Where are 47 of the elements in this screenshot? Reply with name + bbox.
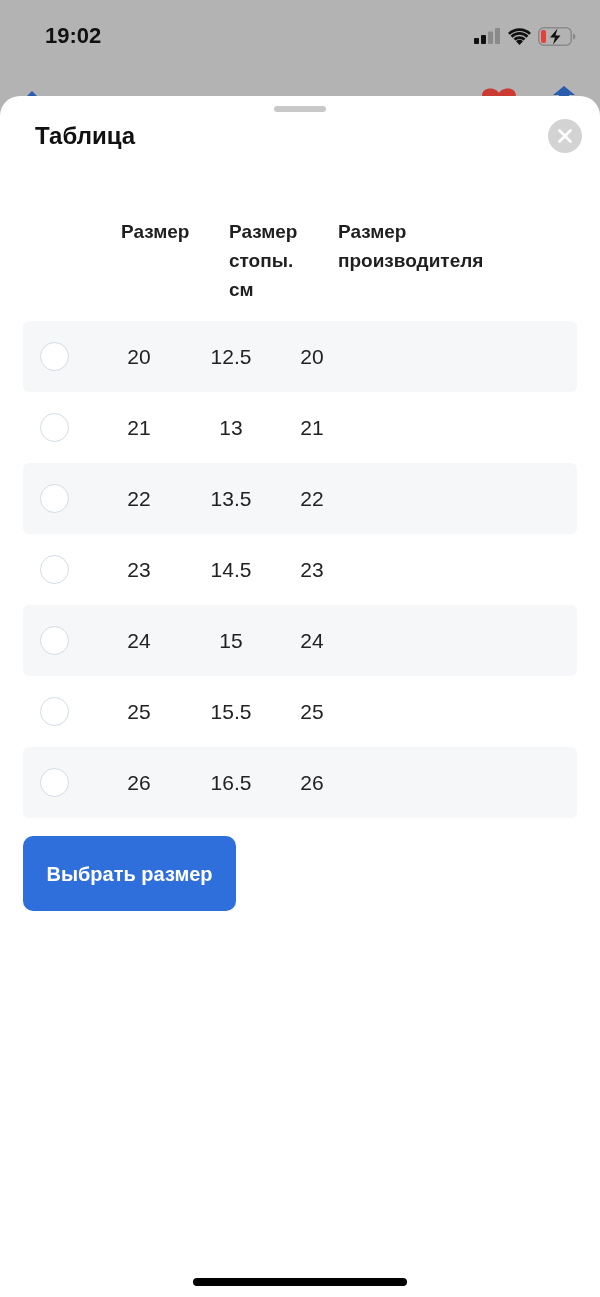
table-cell-text: 21 [126,414,152,441]
table-row[interactable]: 22 13.5 22 [23,463,577,534]
table-cell-text: 14.5 [209,556,253,583]
table-cell-text: 13 [218,414,244,441]
table-cell-text: 22 [126,485,152,512]
column-header: Размер [121,220,191,244]
battery-icon [538,26,576,46]
radio-button[interactable] [40,626,69,655]
radio-button[interactable] [40,768,69,797]
table-cell-text: 26 [126,769,152,796]
table-cell-text: 26 [299,769,325,796]
table-row[interactable]: 20 12.5 20 [23,321,577,392]
close-icon [558,129,572,143]
table-cell-text: 23 [299,556,325,583]
wifi-icon [508,27,531,45]
status-time: 19:02 [45,25,102,47]
table-cell-text: 23 [126,556,152,583]
radio-button[interactable] [40,484,69,513]
radio-button[interactable] [40,342,69,371]
table-row[interactable]: 24 15 24 [23,605,577,676]
table-cell-text: 13.5 [209,485,253,512]
table-cell-text: 20 [299,343,325,370]
arrow-icon[interactable] [27,91,37,96]
column-header: Размер стопы. см [229,220,299,302]
table-cell-text: 16.5 [209,769,253,796]
table-cell-text: 12.5 [209,343,253,370]
table-cell-text: 15.5 [209,698,253,725]
close-button[interactable] [548,119,582,153]
table-cell-text: 25 [126,698,152,725]
up-arrow-icon[interactable] [553,86,575,96]
radio-button[interactable] [40,555,69,584]
table-cell-text: 24 [126,627,152,654]
table-row[interactable]: 26 16.5 26 [23,747,577,818]
table-cell-text: 25 [299,698,325,725]
choose-size-button[interactable]: Выбрать размер [23,836,236,911]
table-cell-text: 20 [126,343,152,370]
table-cell-text: 24 [299,627,325,654]
radio-button[interactable] [40,697,69,726]
radio-button[interactable] [40,413,69,442]
drag-handle[interactable] [274,106,326,112]
table-cell-text: 21 [299,414,325,441]
column-header: Размер производителя [338,220,485,273]
table-cell-text: 22 [299,485,325,512]
table-cell-text: 15 [218,627,244,654]
heart-icon[interactable] [482,87,516,96]
signal-icon [474,28,501,44]
sheet-title: Таблица [35,124,136,148]
